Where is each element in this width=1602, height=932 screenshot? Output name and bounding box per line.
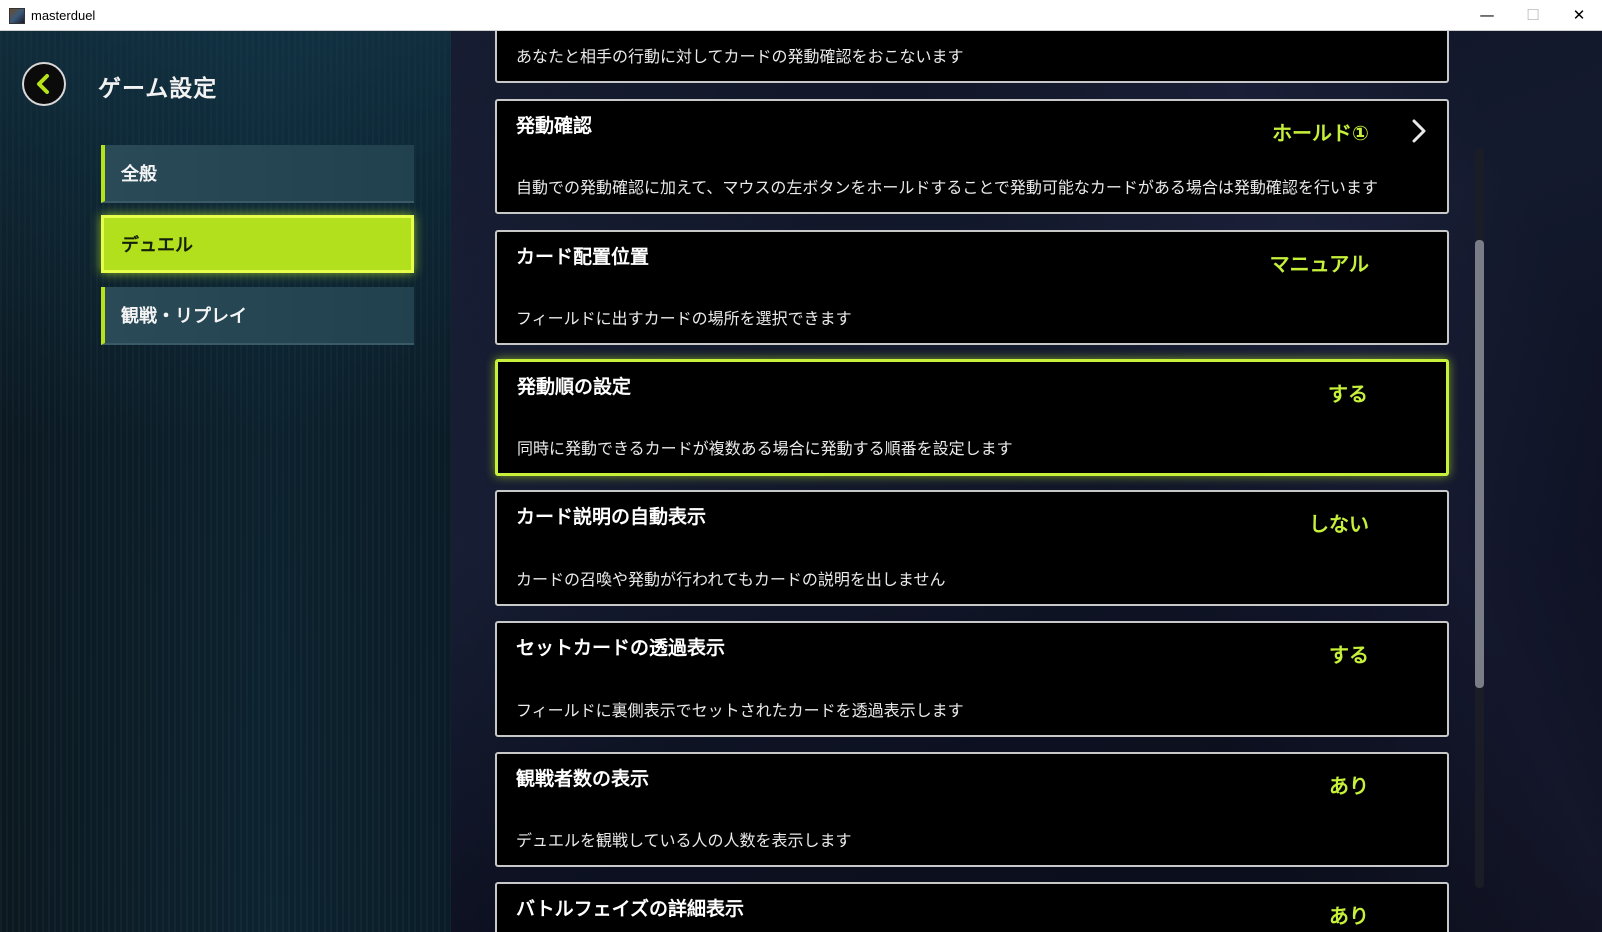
setting-title: カード配置位置	[516, 246, 650, 268]
setting-card-set-card-transparency[interactable]: セットカードの透過表示 する フィールドに裏側表示でセットされたカードを透過表示…	[495, 621, 1449, 737]
setting-card-battle-phase-detail[interactable]: バトルフェイズの詳細表示 あり	[495, 882, 1449, 932]
setting-title: 発動順の設定	[517, 376, 632, 398]
setting-description: あなたと相手の行動に対してカードの発動確認をおこないます	[516, 47, 964, 66]
sidebar-item-duel[interactable]: デュエル	[101, 215, 414, 273]
setting-card-activation-check-auto[interactable]: あなたと相手の行動に対してカードの発動確認をおこないます	[495, 31, 1449, 83]
sidebar-item-label: 全般	[121, 164, 157, 185]
setting-description: フィールドに出すカードの場所を選択できます	[516, 309, 852, 328]
setting-value: する	[1328, 382, 1368, 406]
sidebar-item-label: デュエル	[121, 235, 193, 256]
chevron-right-icon[interactable]	[1409, 117, 1429, 145]
setting-description: 自動での発動確認に加えて、マウスの左ボタンをホールドすることで発動可能なカードが…	[516, 178, 1378, 197]
setting-description: デュエルを観戦している人の人数を表示します	[516, 831, 852, 850]
back-arrow-icon	[37, 74, 49, 94]
setting-value: する	[1329, 643, 1369, 667]
setting-card-card-placement[interactable]: カード配置位置 マニュアル フィールドに出すカードの場所を選択できます	[495, 230, 1449, 345]
setting-card-activation-check[interactable]: 発動確認 ホールド① 自動での発動確認に加えて、マウスの左ボタンをホールドするこ…	[495, 99, 1449, 214]
sidebar-item-spectate-replay[interactable]: 観戦・リプレイ	[101, 287, 414, 345]
setting-description: 同時に発動できるカードが複数ある場合に発動する順番を設定します	[517, 439, 1013, 458]
close-button[interactable]: ✕	[1556, 0, 1602, 30]
setting-title: バトルフェイズの詳細表示	[516, 898, 745, 920]
setting-value: あり	[1329, 774, 1369, 798]
setting-value: ホールド①	[1272, 121, 1369, 145]
left-panel: ゲーム設定 全般 デュエル 観戦・リプレイ	[0, 31, 451, 932]
app-icon	[9, 8, 25, 24]
setting-value: しない	[1309, 512, 1369, 536]
setting-description: フィールドに裏側表示でセットされたカードを透過表示します	[516, 701, 964, 720]
back-button[interactable]	[22, 62, 66, 106]
minimize-button[interactable]: —	[1464, 0, 1510, 30]
window-title: masterduel	[31, 8, 96, 23]
setting-card-activation-order[interactable]: 発動順の設定 する 同時に発動できるカードが複数ある場合に発動する順番を設定しま…	[495, 359, 1449, 476]
setting-title: 観戦者数の表示	[516, 768, 650, 790]
setting-title: セットカードの透過表示	[516, 637, 726, 659]
page-title: ゲーム設定	[98, 76, 218, 102]
setting-value: あり	[1329, 904, 1369, 928]
window-titlebar: masterduel — ☐ ✕	[0, 0, 1602, 31]
setting-description: カードの召喚や発動が行われてもカードの説明を出しません	[516, 570, 946, 589]
setting-title: カード説明の自動表示	[516, 506, 707, 528]
setting-value: マニュアル	[1269, 252, 1369, 276]
sidebar-item-label: 観戦・リプレイ	[121, 306, 247, 327]
maximize-button[interactable]: ☐	[1510, 0, 1556, 30]
settings-content: あなたと相手の行動に対してカードの発動確認をおこないます 発動確認 ホールド① …	[451, 31, 1602, 932]
sidebar-item-general[interactable]: 全般	[101, 145, 414, 203]
setting-title: 発動確認	[516, 115, 593, 137]
setting-card-auto-card-description[interactable]: カード説明の自動表示 しない カードの召喚や発動が行われてもカードの説明を出しま…	[495, 490, 1449, 606]
setting-card-spectator-count[interactable]: 観戦者数の表示 あり デュエルを観戦している人の人数を表示します	[495, 752, 1449, 867]
scrollbar-thumb[interactable]	[1475, 240, 1484, 688]
